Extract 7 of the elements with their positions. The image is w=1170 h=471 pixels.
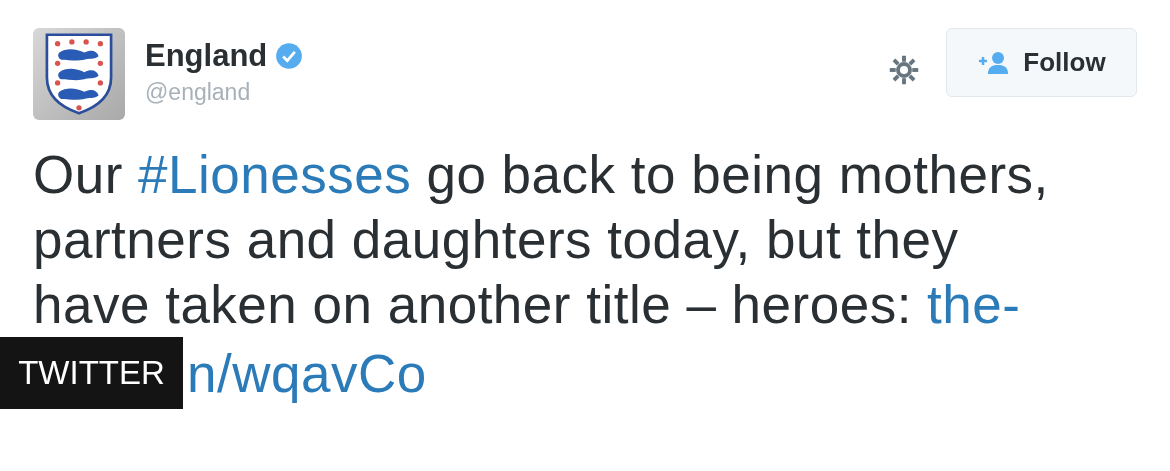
- source-caption: TWITTER: [0, 337, 183, 409]
- tweet-link[interactable]: n/wqavCo: [187, 340, 427, 406]
- account-name[interactable]: England: [145, 40, 268, 71]
- tweet-link[interactable]: the-: [927, 275, 1021, 334]
- shield-icon: [44, 33, 114, 115]
- tweet-link[interactable]: #Lionesses: [138, 145, 412, 204]
- follow-button[interactable]: Follow: [946, 28, 1137, 97]
